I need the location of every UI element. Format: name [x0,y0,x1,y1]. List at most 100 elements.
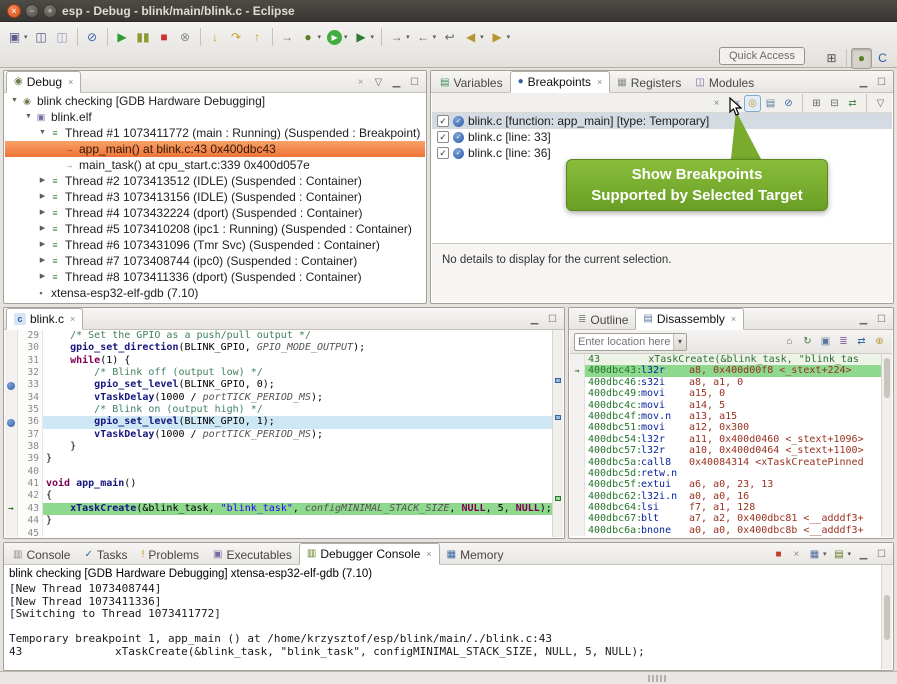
tab-close-icon[interactable]: × [731,314,736,324]
tab-executables[interactable]: ▣Executables [206,544,299,565]
disassembly-line[interactable]: 400dbc4c:movia14, 5 [570,400,881,411]
tab-close-icon[interactable]: × [597,77,602,87]
dropdown-arrow-icon[interactable]: ▾ [480,33,484,41]
code-editor[interactable]: 29 /* Set the GPIO as a push/pull output… [5,330,552,537]
breakpoint-checkbox[interactable]: ✓ [437,147,449,159]
overview-current-line-mark[interactable] [555,496,561,501]
disassembly-line[interactable]: 400dbc62:l32i.na0, a0, 16 [570,491,881,502]
dropdown-arrow-icon[interactable]: ▾ [371,33,375,41]
last-edit-location-icon[interactable]: ↩ [439,27,460,48]
tab-close-icon[interactable]: × [426,549,431,559]
back-icon[interactable]: ◀ [460,27,481,48]
code-line[interactable]: 30 gpio_set_direction(BLINK_GPIO, GPIO_M… [5,342,552,354]
overview-breakpoint-mark[interactable] [555,415,561,420]
breakpoint-row[interactable]: ✓✓blink.c [function: app_main] [type: Te… [432,113,892,129]
debugger-console[interactable]: blink checking [GDB Hardware Debugging] … [5,565,881,669]
disassembly-line[interactable]: 400dbc64:lsif7, a1, 128 [570,502,881,513]
collapse-arrow-icon[interactable]: ▼ [9,93,20,109]
overview-breakpoint-mark[interactable] [555,378,561,383]
combo-dropdown-icon[interactable]: ▾ [673,334,686,350]
code-line[interactable]: 29 /* Set the GPIO as a push/pull output… [5,330,552,342]
dropdown-arrow-icon[interactable]: ▾ [344,33,348,41]
refresh-icon[interactable]: ↻ [799,333,816,350]
debug-tree-item[interactable]: ▪xtensa-esp32-elf-gdb (7.10) [5,285,425,301]
forward-icon[interactable]: ▶ [487,27,508,48]
tab-outline[interactable]: ≣Outline [571,309,635,330]
open-perspective-icon[interactable]: ⊞ [821,48,842,69]
tab-blink-c[interactable]: cblink.c× [6,308,83,330]
breakpoint-row[interactable]: ✓✓blink.c [line: 33] [432,129,892,145]
goto-file-for-breakpoint-icon[interactable]: ▤ [762,95,779,112]
disassembly-line[interactable]: 400dbc5a:call80x40084314 <xTaskCreatePin… [570,457,881,468]
window-minimize-button[interactable]: − [25,4,39,18]
previous-annotation-icon[interactable]: ← [413,27,434,48]
new-wizard-icon[interactable]: ▣ [4,27,25,48]
remove-breakpoint-icon[interactable]: × [708,95,725,112]
collapse-all-icon[interactable]: ⊟ [826,95,843,112]
show-source-icon[interactable]: ≣ [835,333,852,350]
breakpoint-checkbox[interactable]: ✓ [437,131,449,143]
expand-all-icon[interactable]: ⊞ [808,95,825,112]
maximize-button[interactable]: ☐ [873,546,890,563]
disassembly-line[interactable]: 400dbc5d:retw.n [570,468,881,479]
tab-registers[interactable]: ▦Registers [610,72,688,93]
minimize-button[interactable]: ▁ [855,74,872,91]
expand-arrow-icon[interactable]: ▶ [37,221,48,237]
save-icon[interactable]: ◫ [31,27,52,48]
disassembly-line[interactable]: 400dbc49:movia15, 0 [570,388,881,399]
disassembly-line[interactable]: 400dbc51:movia12, 0x300 [570,422,881,433]
show-supported-breakpoints-icon[interactable]: ◎ [744,95,761,112]
expand-arrow-icon[interactable]: ▶ [37,237,48,253]
location-combo[interactable]: ▾ [574,333,687,351]
code-line[interactable]: 35 /* Blink on (output high) */ [5,404,552,416]
debug-tree-item[interactable]: ▶≡Thread #7 1073408744 (ipc0) (Suspended… [5,253,425,269]
link-with-debug-view-icon[interactable]: ⇄ [844,95,861,112]
home-icon[interactable]: ⌂ [781,333,798,350]
disassembly-line[interactable]: 43 xTaskCreate(&blink_task, "blink_tas [570,354,881,365]
dropdown-arrow-icon[interactable]: ▾ [433,33,437,41]
c-cpp-perspective-icon[interactable]: C [872,48,893,69]
copy-icon[interactable]: ▣ [817,333,834,350]
dropdown-arrow-icon[interactable]: ▾ [24,33,28,41]
tab-tasks[interactable]: ✓Tasks [77,544,134,565]
tab-memory[interactable]: ▦Memory [440,544,511,565]
minimize-button[interactable]: ▁ [855,311,872,328]
window-maximize-button[interactable]: + [43,4,57,18]
code-line[interactable]: 32 /* Blink off (output low) */ [5,367,552,379]
tab-debugger-console[interactable]: ▥Debugger Console× [299,543,440,565]
debug-tree-item[interactable]: ▶≡Thread #3 1073413156 (IDLE) (Suspended… [5,189,425,205]
tab-console[interactable]: ▥Console [6,544,77,565]
code-line[interactable]: 42{ [5,490,552,502]
debug-tree-item[interactable]: →app_main() at blink.c:43 0x400dbc43 [5,141,425,157]
debug-tree-item[interactable]: ▶≡Thread #2 1073413512 (IDLE) (Suspended… [5,173,425,189]
disconnect-icon[interactable]: ⊗ [175,27,196,48]
console-scrollbar[interactable] [881,565,892,669]
skip-all-breakpoints-icon[interactable]: ⊘ [780,95,797,112]
maximize-button[interactable]: ☐ [406,74,423,91]
code-line[interactable]: 31 while(1) { [5,355,552,367]
disassembly-line[interactable]: 400dbc4f:mov.na13, a15 [570,411,881,422]
display-selected-console-icon[interactable]: ▦ [806,546,823,563]
tab-close-icon[interactable]: × [68,77,73,87]
debug-tree-item[interactable]: →main_task() at cpu_start.c:339 0x400d05… [5,157,425,173]
disassembly-line[interactable]: 400dbc5f:extuia6, a0, 23, 13 [570,479,881,490]
debug-perspective-icon[interactable]: ● [851,48,872,69]
external-tools-icon[interactable]: ▶ [351,27,372,48]
maximize-button[interactable]: ☐ [873,74,890,91]
disassembly-scrollbar[interactable] [881,354,892,537]
code-line[interactable]: 39} [5,453,552,465]
track-expression-icon[interactable]: ⇄ [853,333,870,350]
breakpoint-checkbox[interactable]: ✓ [437,115,449,127]
code-line[interactable]: 36 gpio_set_level(BLINK_GPIO, 1); [5,416,552,428]
step-into-icon[interactable]: ↓ [205,27,226,48]
disassembly-content[interactable]: 43 xTaskCreate(&blink_task, "blink_tas→4… [570,354,881,537]
dropdown-arrow-icon[interactable]: ▾ [318,33,322,41]
next-annotation-icon[interactable]: → [386,27,407,48]
step-over-icon[interactable]: ↷ [226,27,247,48]
scrollbar-thumb[interactable] [884,595,890,640]
suspend-icon[interactable]: ▮▮ [133,27,154,48]
sync-selection-icon[interactable]: ⊕ [871,333,888,350]
dropdown-arrow-icon[interactable]: ▾ [406,33,410,41]
disassembly-line[interactable]: 400dbc54:l32ra11, 0x400d0460 <_stext+109… [570,434,881,445]
remove-all-terminated-icon[interactable]: × [352,74,369,91]
